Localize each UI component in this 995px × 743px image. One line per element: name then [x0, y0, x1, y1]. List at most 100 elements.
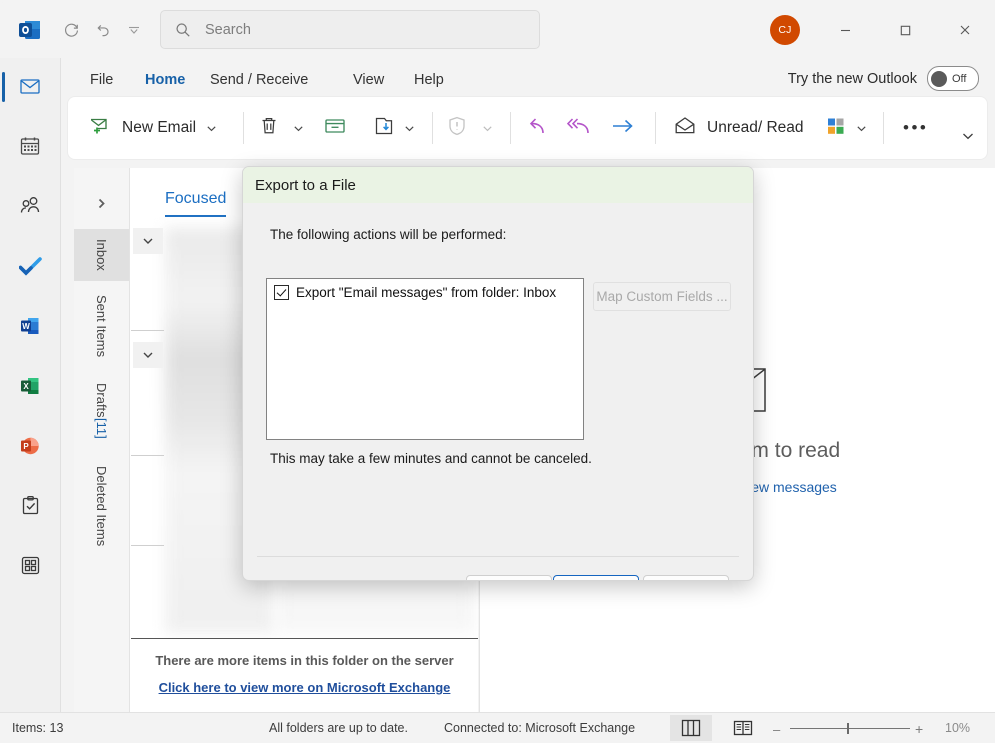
reply-all-button[interactable]: [566, 97, 592, 159]
delete-icon: [258, 115, 280, 142]
message-group-divider: [131, 455, 164, 456]
try-new-outlook-label: Try the new Outlook: [787, 70, 917, 87]
outlook-logo-icon: [18, 18, 42, 42]
dialog-note: This may take a few minutes and cannot b…: [270, 451, 592, 466]
try-new-outlook[interactable]: Try the new Outlook Off: [788, 66, 979, 91]
delete-button[interactable]: [258, 97, 280, 159]
tab-file[interactable]: File: [86, 65, 117, 95]
zoom-out-button[interactable]: –: [773, 722, 780, 737]
ribbon-divider: [432, 112, 433, 144]
unread-read-label: Unread/ Read: [707, 119, 804, 136]
forward-button[interactable]: [610, 97, 636, 159]
normal-view-button[interactable]: [670, 715, 712, 741]
export-to-file-dialog: Export to a File The following actions w…: [242, 166, 754, 581]
avatar[interactable]: CJ: [770, 15, 800, 45]
rail-item-people[interactable]: [12, 190, 48, 226]
folder-item-deleted-items[interactable]: Deleted Items: [74, 456, 129, 556]
move-to-icon: [373, 115, 395, 142]
actions-listbox[interactable]: Export "Email messages" from folder: Inb…: [266, 278, 584, 440]
close-button[interactable]: [948, 14, 982, 46]
new-outlook-toggle[interactable]: Off: [927, 66, 979, 91]
finish-button[interactable]: Finish: [553, 575, 639, 580]
archive-icon: [323, 115, 347, 142]
reply-all-icon: [566, 115, 592, 142]
move-to-chevron-down-icon[interactable]: [404, 97, 415, 159]
powerpoint-icon: P: [19, 435, 41, 462]
tab-home[interactable]: Home: [141, 65, 190, 100]
status-bar: Items: 13 All folders are up to date. Co…: [0, 712, 995, 743]
ribbon-expand-chevron-down-icon[interactable]: [961, 129, 975, 148]
zoom-slider-thumb[interactable]: [847, 723, 849, 734]
tab-view[interactable]: View: [349, 65, 388, 95]
svg-text:P: P: [23, 442, 29, 451]
rail-item-todo[interactable]: [12, 250, 48, 286]
unread-read-button[interactable]: Unread/ Read: [673, 97, 804, 159]
rail-selection-indicator: [2, 72, 5, 102]
customize-qat-icon[interactable]: [122, 18, 146, 42]
junk-button: [446, 97, 468, 159]
action-row[interactable]: Export "Email messages" from folder: Inb…: [267, 279, 583, 300]
archive-button[interactable]: [323, 97, 347, 159]
map-custom-fields-button[interactable]: Map Custom Fields ...: [593, 282, 731, 311]
cancel-button[interactable]: Cancel: [643, 575, 729, 580]
rail-item-more-apps[interactable]: [12, 550, 48, 586]
delete-chevron-down-icon[interactable]: [293, 97, 304, 159]
rail-item-word[interactable]: W: [12, 310, 48, 346]
dialog-title-bar: Export to a File: [243, 167, 753, 203]
reply-button[interactable]: [523, 97, 547, 159]
message-group-collapse-chevron-down-icon[interactable]: [133, 342, 163, 368]
dialog-lead-text: The following actions will be performed:: [270, 227, 507, 242]
status-sync-text: All folders are up to date.: [269, 721, 408, 735]
message-group-collapse-chevron-down-icon[interactable]: [133, 228, 163, 254]
search-icon: [175, 22, 191, 38]
folder-item-drafts[interactable]: Drafts [11]: [74, 372, 129, 450]
rail-item-tasks[interactable]: [12, 490, 48, 526]
reply-icon: [523, 115, 547, 142]
maximize-button[interactable]: [888, 14, 922, 46]
reading-view-button[interactable]: [722, 715, 764, 741]
folder-pane-expand-button[interactable]: [74, 185, 129, 221]
message-group-divider: [131, 545, 164, 546]
search-input[interactable]: Search: [160, 10, 540, 49]
new-email-label: New Email: [122, 119, 197, 136]
categorize-button[interactable]: [825, 97, 847, 159]
zoom-in-button[interactable]: +: [915, 721, 923, 737]
minimize-button[interactable]: [828, 14, 862, 46]
rail-item-powerpoint[interactable]: P: [12, 430, 48, 466]
search-placeholder: Search: [205, 21, 251, 38]
rail-item-calendar[interactable]: [12, 130, 48, 166]
tab-help[interactable]: Help: [410, 65, 448, 95]
rail-item-mail[interactable]: [12, 70, 48, 106]
title-bar: Search CJ: [0, 0, 995, 58]
folder-label-sent-items: Sent Items: [94, 294, 109, 358]
toggle-knob: [931, 70, 947, 87]
refresh-icon[interactable]: [59, 18, 83, 42]
more-items-text: There are more items in this folder on t…: [155, 653, 454, 668]
dialog-divider: [257, 556, 739, 557]
mail-icon: [19, 75, 41, 102]
rail-item-excel[interactable]: X: [12, 370, 48, 406]
tab-focused[interactable]: Focused: [165, 190, 227, 217]
status-connection-text: Connected to: Microsoft Exchange: [444, 721, 636, 735]
folder-item-inbox[interactable]: Inbox: [74, 229, 129, 281]
ribbon-divider: [243, 112, 244, 144]
todo-checkmark-icon: [18, 256, 42, 281]
folder-item-sent-items[interactable]: Sent Items: [74, 285, 129, 367]
tab-send-receive[interactable]: Send / Receive: [206, 65, 312, 95]
action-checkbox[interactable]: [274, 285, 289, 300]
zoom-level-label: 10%: [945, 721, 971, 735]
clipboard-tasks-icon: [20, 495, 41, 521]
undo-icon[interactable]: [90, 18, 114, 42]
new-email-button[interactable]: New Email: [88, 97, 217, 159]
more-commands-button[interactable]: •••: [903, 97, 928, 159]
zoom-slider[interactable]: [790, 728, 910, 729]
message-group-divider: [131, 330, 164, 331]
ribbon-divider: [655, 112, 656, 144]
move-to-button[interactable]: [373, 97, 395, 159]
junk-chevron-down-icon[interactable]: [482, 97, 493, 159]
app-rail: W X P: [0, 58, 61, 718]
more-items-link[interactable]: Click here to view more on Microsoft Exc…: [131, 680, 478, 695]
back-button[interactable]: < Back: [466, 575, 552, 580]
new-email-chevron-down-icon[interactable]: [206, 123, 217, 134]
categorize-chevron-down-icon[interactable]: [856, 97, 867, 159]
